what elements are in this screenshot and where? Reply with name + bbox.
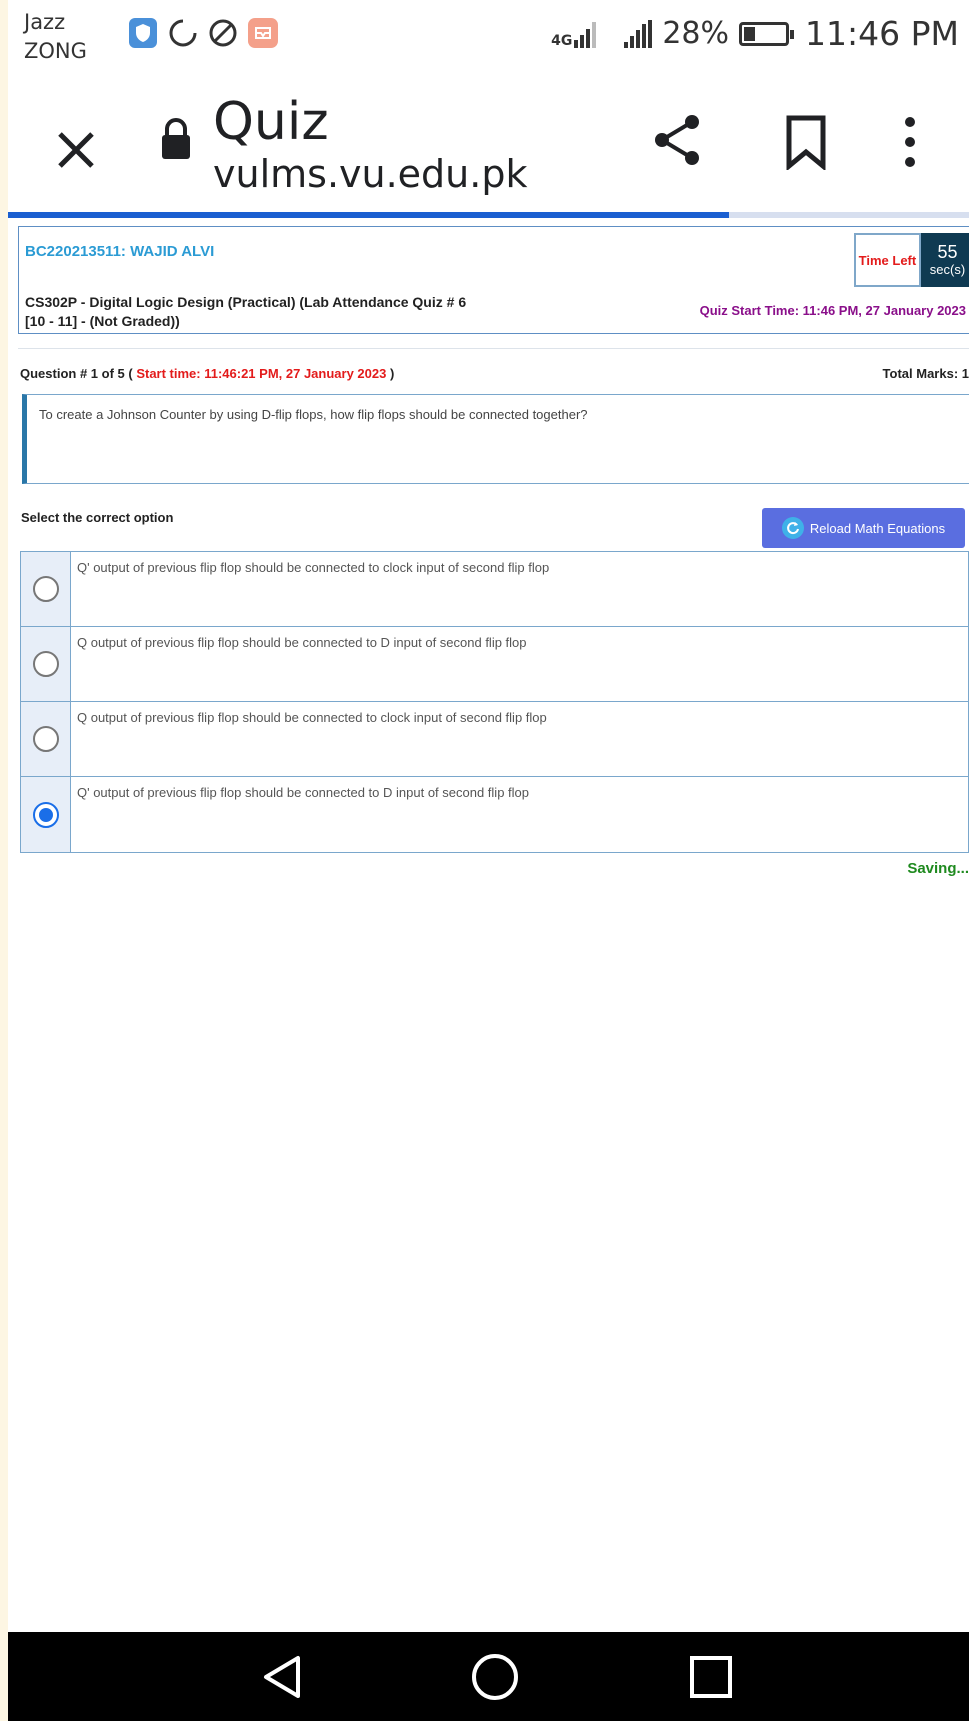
back-icon[interactable] (258, 1652, 308, 1702)
page-load-progress-fill (8, 212, 729, 218)
notification-icons (128, 18, 278, 48)
system-indicators: 4G 28% 11:46 PM (551, 14, 959, 53)
answer-option-3[interactable]: Q output of previous flip flop should be… (21, 702, 968, 777)
network-type: 4G (551, 32, 573, 49)
refresh-icon (781, 517, 804, 539)
battery-icon (739, 21, 795, 46)
question-text: To create a Johnson Counter by using D-f… (39, 407, 588, 422)
app-badge-icon (248, 18, 278, 48)
divider (18, 348, 969, 349)
time-left-label: Time Left (854, 233, 921, 287)
reload-math-button[interactable]: Reload Math Equations (762, 508, 965, 548)
question-number-close: ) (389, 366, 395, 381)
carrier-info: Jazz ZONG (24, 8, 87, 66)
question-number: Question # 1 of 5 ( Start time: 11:46:21… (20, 366, 394, 381)
bookmark-icon[interactable] (781, 114, 831, 172)
option-radio-2[interactable] (32, 651, 59, 677)
option-text-4[interactable]: Q' output of previous flip flop should b… (71, 777, 968, 852)
page-url[interactable]: vulms.vu.edu.pk (213, 152, 527, 196)
share-icon[interactable] (648, 110, 708, 170)
shield-icon (128, 18, 158, 48)
course-title-line-1: CS302P - Digital Logic Design (Practical… (25, 294, 467, 310)
answer-option-2[interactable]: Q output of previous flip flop should be… (21, 627, 968, 702)
option-radio-1[interactable] (32, 576, 59, 602)
course-title-line-2: [10 - 11] - (Not Graded)) (25, 313, 180, 329)
status-bar: Jazz ZONG 4G 28% 11:46 PM (8, 0, 969, 70)
more-options-icon[interactable] (898, 112, 922, 172)
reload-math-label: Reload Math Equations (809, 520, 946, 536)
quiz-header: BC220213511: WAJID ALVI CS302P - Digital… (18, 226, 969, 334)
option-radio-cell (21, 627, 71, 701)
total-marks: Total Marks: 1 (882, 366, 969, 381)
answer-option-1[interactable]: Q' output of previous flip flop should b… (21, 552, 968, 627)
carrier-name-1: Jazz (24, 10, 66, 34)
time-left-unit: sec(s) (929, 262, 966, 277)
phone-screen: Jazz ZONG 4G 28% 11:46 PM Quiz vulms.vu.… (8, 0, 969, 1721)
option-radio-3[interactable] (32, 726, 59, 752)
question-box: To create a Johnson Counter by using D-f… (22, 394, 969, 484)
question-start-time: Start time: 11:46:21 PM, 27 January 2023 (136, 366, 387, 381)
close-icon[interactable] (46, 120, 106, 180)
battery-percent: 28% (662, 16, 730, 51)
clock: 11:46 PM (805, 14, 959, 53)
quiz-start-time: Quiz Start Time: 11:46 PM, 27 January 20… (699, 303, 966, 318)
answer-options: Q' output of previous flip flop should b… (20, 551, 969, 853)
option-radio-4[interactable] (32, 801, 59, 828)
course-title: CS302P - Digital Logic Design (Practical… (25, 293, 485, 331)
browser-toolbar: Quiz vulms.vu.edu.pk (8, 80, 969, 210)
signal-icon (624, 19, 653, 48)
select-option-label: Select the correct option (21, 510, 174, 525)
page-load-progress (8, 212, 969, 218)
time-left-timer: Time Left 55 sec(s) (854, 233, 969, 287)
network-4g-icon: 4G (551, 20, 597, 49)
home-icon[interactable] (470, 1652, 520, 1702)
recent-apps-icon[interactable] (688, 1654, 734, 1700)
sync-circle-icon (168, 18, 198, 48)
option-text-1[interactable]: Q' output of previous flip flop should b… (71, 552, 968, 626)
option-radio-cell (21, 702, 71, 776)
carrier-name-2: ZONG (24, 39, 87, 63)
question-number-text: Question # 1 of 5 ( (20, 366, 133, 381)
lock-icon[interactable] (158, 116, 194, 162)
time-left-seconds: 55 (937, 242, 958, 262)
option-text-2[interactable]: Q output of previous flip flop should be… (71, 627, 968, 701)
page-title: Quiz (213, 92, 329, 152)
option-radio-cell (21, 777, 71, 852)
option-radio-cell (21, 552, 71, 626)
saving-status: Saving... (907, 860, 969, 877)
time-left-value: 55 sec(s) (920, 233, 969, 287)
student-id-name: BC220213511: WAJID ALVI (25, 243, 215, 260)
answer-option-4[interactable]: Q' output of previous flip flop should b… (21, 777, 968, 852)
navigation-bar (8, 1632, 969, 1721)
blocked-icon (208, 18, 238, 48)
option-text-3[interactable]: Q output of previous flip flop should be… (71, 702, 968, 776)
